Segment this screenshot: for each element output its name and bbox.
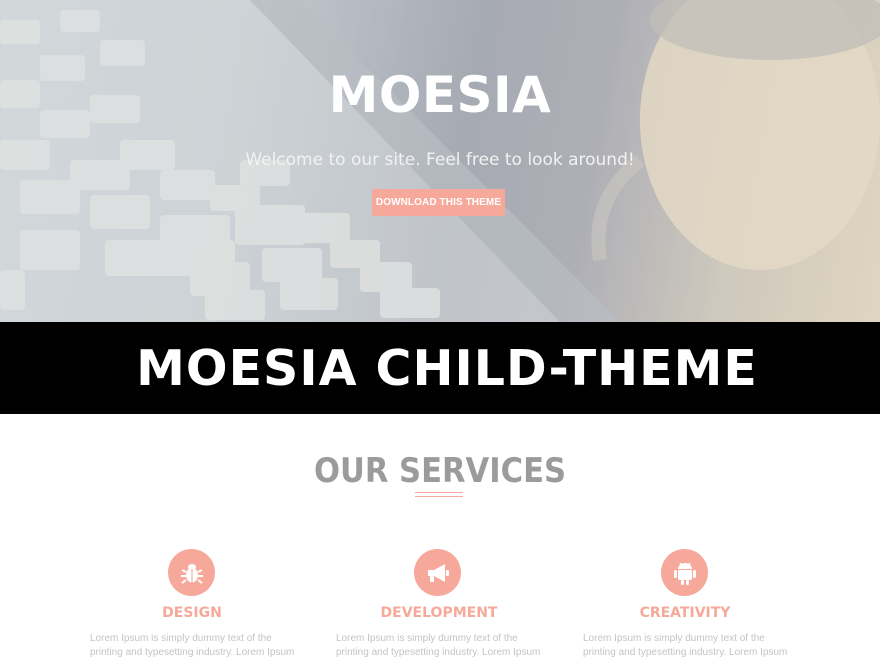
service-description: Lorem Ipsum is simply dummy text of the … (583, 633, 788, 658)
hero-section: MOESIA Welcome to our site. Feel free to… (0, 0, 880, 322)
megaphone-icon (414, 549, 461, 596)
site-tagline: Welcome to our site. Feel free to look a… (245, 150, 635, 170)
service-name: DEVELOPMENT (380, 605, 498, 621)
child-theme-banner: MOESIA CHILD-THEME (0, 322, 880, 414)
banner-text: MOESIA CHILD-THEME (136, 339, 758, 397)
services-heading: OUR SERVICES (313, 451, 567, 491)
bug-icon (168, 549, 215, 596)
android-icon (661, 549, 708, 596)
service-description: Lorem Ipsum is simply dummy text of the … (336, 633, 541, 658)
download-theme-button[interactable]: DOWNLOAD THIS THEME (372, 189, 505, 216)
heading-underline-top (415, 492, 463, 493)
service-name: CREATIVITY (639, 605, 731, 621)
service-description: Lorem Ipsum is simply dummy text of the … (90, 633, 295, 658)
service-name: DESIGN (162, 605, 222, 621)
site-title: MOESIA (328, 66, 552, 124)
heading-underline-bottom (415, 496, 463, 497)
